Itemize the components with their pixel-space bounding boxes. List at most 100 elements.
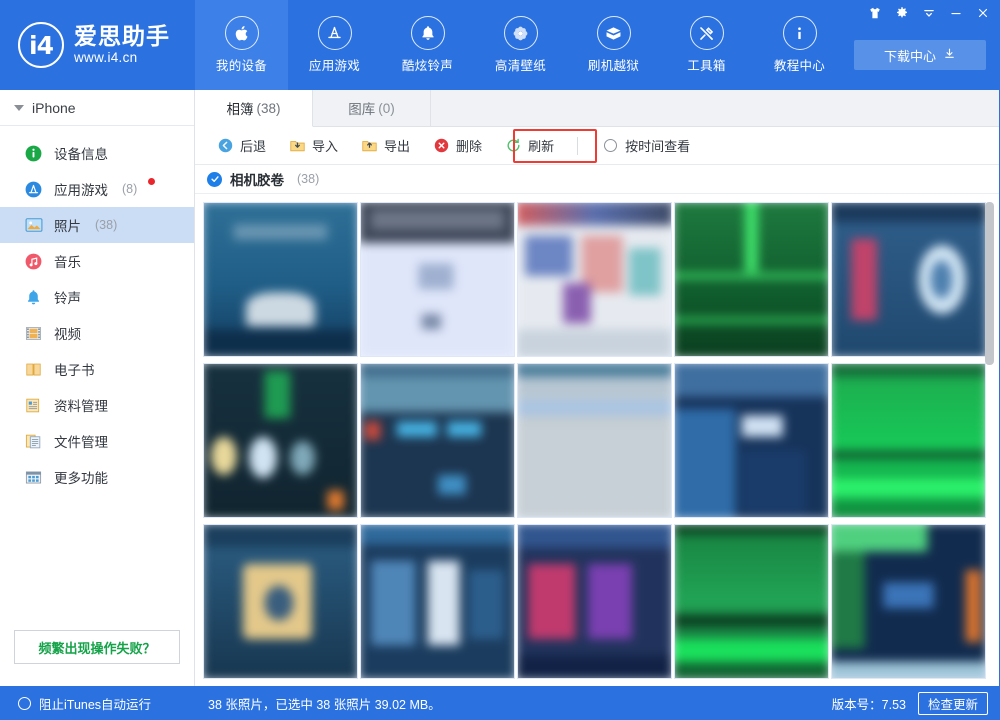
operation-failed-help-button[interactable]: 频繁出现操作失败？	[14, 630, 180, 664]
download-icon	[943, 47, 956, 63]
sidebar-item-photos[interactable]: 照片 (38)	[0, 207, 194, 243]
tab-gallery[interactable]: 图库 (0)	[313, 90, 431, 126]
sidebar-item-ebook[interactable]: 电子书	[0, 351, 194, 387]
album-header-row[interactable]: 相机胶卷 (38)	[195, 165, 999, 194]
block-itunes-option[interactable]: 阻止iTunes自动运行	[0, 694, 195, 713]
tab-count: (0)	[378, 101, 395, 116]
brand-text: 爱思助手 www.i4.cn	[74, 23, 170, 67]
back-arrow-icon	[216, 137, 234, 155]
refresh-button-label: 刷新	[528, 136, 554, 155]
photo-thumbnail-6[interactable]	[203, 363, 358, 518]
tab-albums[interactable]: 相簿 (38)	[195, 90, 313, 127]
sidebar-item-device-info[interactable]: 设备信息	[0, 135, 194, 171]
photo-thumbnail-2[interactable]	[360, 202, 515, 357]
sidebar-item-file-manage[interactable]: 文件管理	[0, 423, 194, 459]
export-button-label: 导出	[384, 136, 410, 155]
window-right-area: 下载中心	[800, 0, 1000, 90]
thumbnail-image	[831, 202, 986, 357]
refresh-button[interactable]: 刷新	[493, 131, 565, 161]
photo-thumbnail-12[interactable]	[360, 524, 515, 679]
photo-thumbnail-11[interactable]	[203, 524, 358, 679]
scrollbar-thumb[interactable]	[985, 202, 994, 365]
sidebar-item-video[interactable]: 视频	[0, 315, 194, 351]
photo-thumbnail-5[interactable]	[831, 202, 986, 357]
delete-x-icon	[432, 137, 450, 155]
sidebar-item-music[interactable]: 音乐	[0, 243, 194, 279]
top-navigation-bar: i4 爱思助手 www.i4.cn 我的设备 应用游戏	[0, 0, 1000, 90]
photo-thumbnail-7[interactable]	[360, 363, 515, 518]
thumbnail-image	[831, 363, 986, 518]
box-icon	[597, 16, 631, 50]
sidebar-item-ringtone[interactable]: 铃声	[0, 279, 194, 315]
photo-thumbnail-13[interactable]	[517, 524, 672, 679]
minimize-icon[interactable]	[942, 2, 969, 24]
brand-logo-area: i4 爱思助手 www.i4.cn	[0, 0, 195, 90]
sidebar: iPhone 设备信息 应用游戏 (8)	[0, 90, 195, 686]
i4-circle-logo: i4	[18, 22, 64, 68]
bell-icon	[411, 16, 445, 50]
content-tabs: 相簿 (38) 图库 (0)	[195, 90, 999, 127]
photo-thumbnail-4[interactable]	[674, 202, 829, 357]
chevron-down-icon[interactable]	[915, 2, 942, 24]
check-circle-icon[interactable]	[207, 172, 222, 187]
nav-item-flash-jailbreak[interactable]: 刷机越狱	[567, 0, 660, 90]
nav-item-apps-games[interactable]: 应用游戏	[288, 0, 381, 90]
appstore-blue-icon	[23, 179, 44, 200]
delete-button[interactable]: 删除	[421, 131, 493, 161]
thumbnail-image	[360, 202, 515, 357]
file-manage-icon	[23, 431, 44, 452]
vertical-scrollbar[interactable]	[985, 202, 994, 674]
nav-item-my-device[interactable]: 我的设备	[195, 0, 288, 90]
export-button[interactable]: 导出	[349, 131, 421, 161]
status-info-text: 38 张照片，已选中 38 张照片 39.02 MB。	[195, 694, 832, 713]
sidebar-item-data-manage[interactable]: 资料管理	[0, 387, 194, 423]
sidebar-item-label: 更多功能	[54, 467, 108, 487]
back-button[interactable]: 后退	[205, 131, 277, 161]
photo-thumbnail-8[interactable]	[517, 363, 672, 518]
i4-assistant-window: i4 爱思助手 www.i4.cn 我的设备 应用游戏	[0, 0, 1000, 720]
thumbnail-image	[360, 363, 515, 518]
book-icon	[23, 359, 44, 380]
view-by-time-label: 按时间查看	[625, 136, 690, 155]
sidebar-item-label: 资料管理	[54, 395, 108, 415]
sidebar-item-list: 设备信息 应用游戏 (8) 照片 (38)	[0, 126, 194, 495]
sidebar-item-apps-games[interactable]: 应用游戏 (8)	[0, 171, 194, 207]
data-manage-icon	[23, 395, 44, 416]
check-update-button[interactable]: 检查更新	[918, 692, 988, 715]
download-center-button[interactable]: 下载中心	[854, 40, 986, 70]
import-button[interactable]: 导入	[277, 131, 349, 161]
appstore-icon	[318, 16, 352, 50]
toolbar-separator	[577, 137, 578, 155]
photo-thumbnail-14[interactable]	[674, 524, 829, 679]
close-icon[interactable]	[969, 2, 996, 24]
nav-label: 我的设备	[216, 55, 267, 74]
brand-name: 爱思助手	[74, 23, 170, 49]
import-folder-icon	[288, 137, 306, 155]
album-count: (38)	[297, 172, 319, 186]
import-button-label: 导入	[312, 136, 338, 155]
nav-item-toolbox[interactable]: 工具箱	[660, 0, 753, 90]
thumbnail-image	[831, 524, 986, 679]
main-body: iPhone 设备信息 应用游戏 (8)	[0, 90, 1000, 686]
gear-icon[interactable]	[888, 2, 915, 24]
nav-item-wallpapers[interactable]: 高清壁纸	[474, 0, 567, 90]
brand-url: www.i4.cn	[74, 49, 170, 67]
photo-thumbnail-9[interactable]	[674, 363, 829, 518]
photo-thumbnail-3[interactable]	[517, 202, 672, 357]
more-features-icon	[23, 467, 44, 488]
view-by-time-option[interactable]: 按时间查看	[590, 131, 701, 161]
nav-item-ringtones[interactable]: 酷炫铃声	[381, 0, 474, 90]
device-name: iPhone	[32, 100, 76, 116]
photo-thumbnail-15[interactable]	[831, 524, 986, 679]
skin-icon[interactable]	[861, 2, 888, 24]
photo-thumbnail-10[interactable]	[831, 363, 986, 518]
ringtone-bell-icon	[23, 287, 44, 308]
sidebar-item-more-features[interactable]: 更多功能	[0, 459, 194, 495]
thumbnail-image	[203, 202, 358, 357]
photo-thumbnail-1[interactable]	[203, 202, 358, 357]
download-center-label: 下载中心	[884, 46, 936, 65]
sidebar-item-label: 视频	[54, 323, 81, 343]
thumbnail-image	[517, 363, 672, 518]
top-nav-items: 我的设备 应用游戏 酷炫铃声 高清壁纸	[195, 0, 846, 90]
device-selector[interactable]: iPhone	[0, 90, 194, 126]
